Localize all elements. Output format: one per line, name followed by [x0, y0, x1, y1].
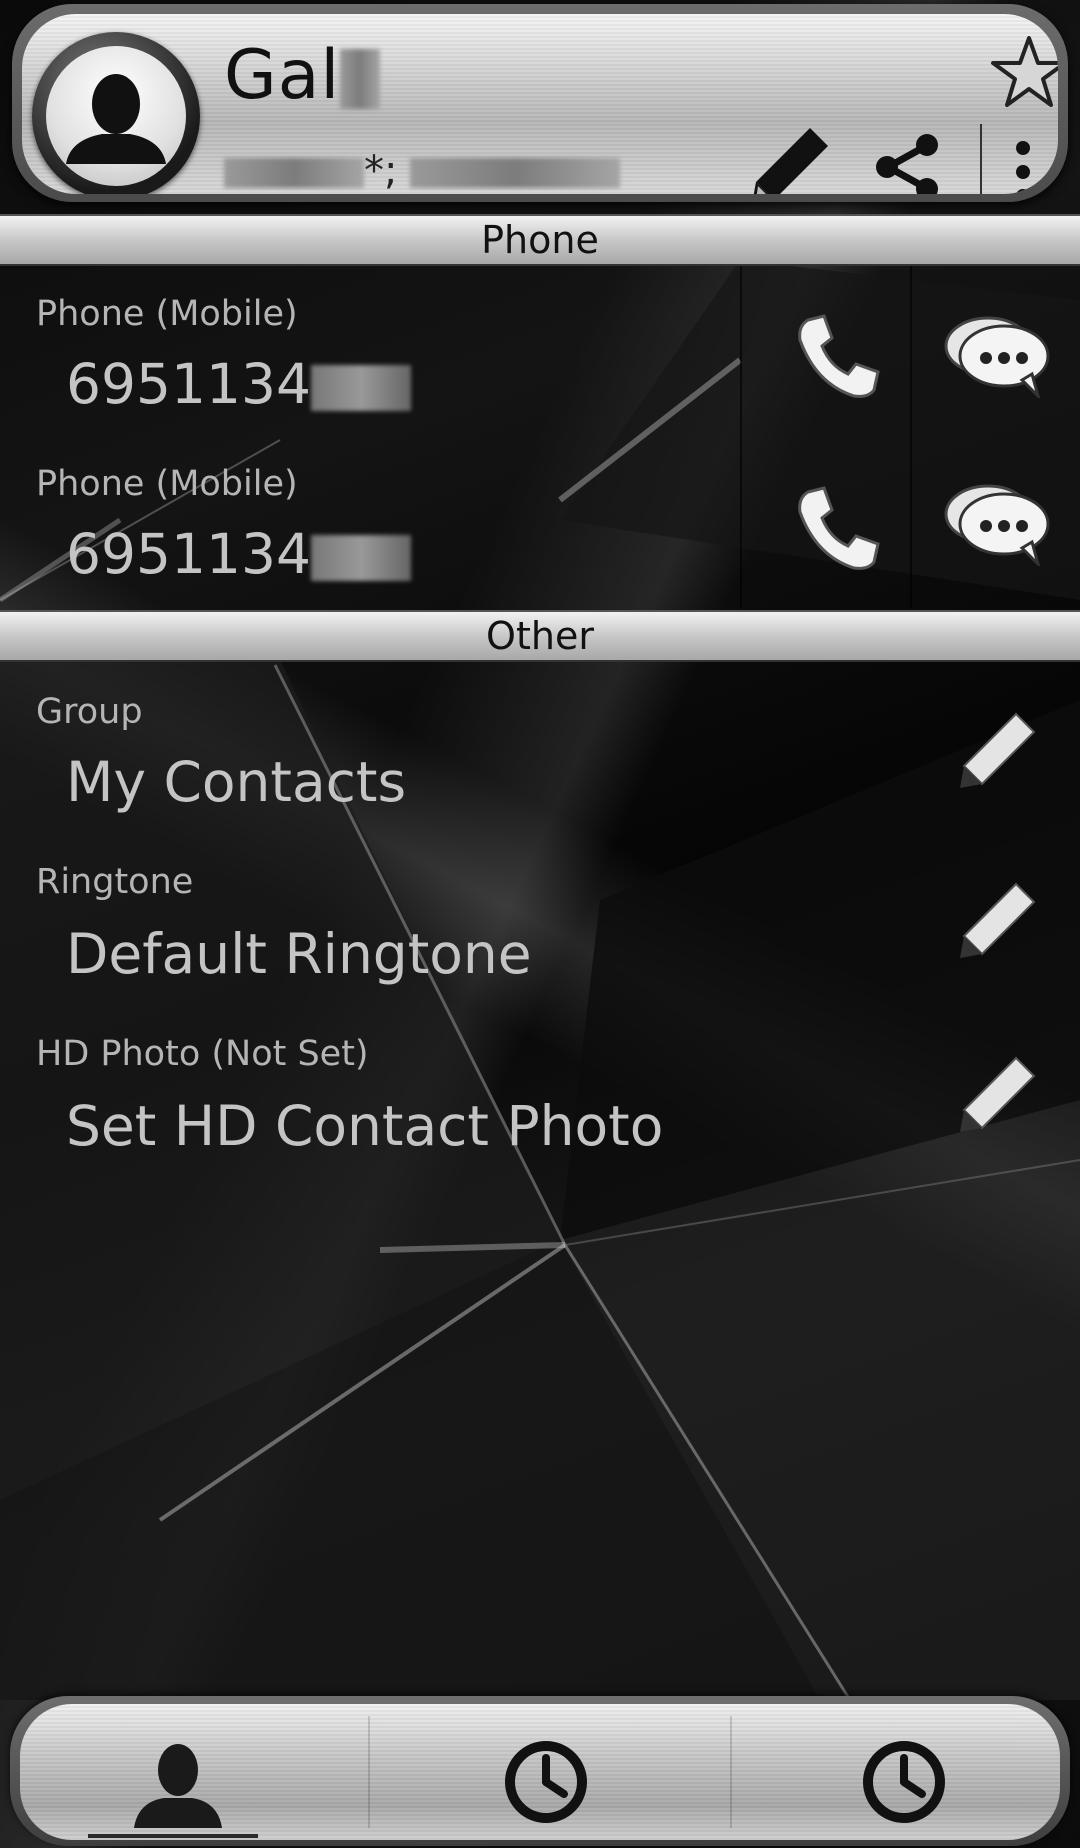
selected-tab-indicator: [88, 1834, 258, 1838]
contacts-tab[interactable]: [20, 1704, 360, 1840]
ringtone-label: Ringtone: [36, 862, 194, 902]
redacted-subtitle-part-1: [224, 158, 364, 188]
contact-subtitle: *;: [224, 148, 621, 194]
contact-header: Gal *;: [12, 4, 1068, 202]
bottom-navigation: [10, 1696, 1070, 1846]
message-icon-2[interactable]: [942, 480, 1052, 570]
phone-number-1: 6951134: [66, 352, 411, 416]
clock-icon-2: [860, 1738, 948, 1830]
share-icon[interactable]: [874, 134, 940, 194]
edit-ringtone-pencil-icon[interactable]: [958, 880, 1038, 964]
edit-group-pencil-icon[interactable]: [958, 710, 1038, 794]
section-header-other: Other: [0, 610, 1080, 662]
contact-name: Gal: [224, 36, 381, 115]
section-title-phone: Phone: [481, 218, 599, 262]
contact-name-text: Gal: [224, 36, 341, 115]
header-panel: Gal *;: [22, 14, 1058, 194]
edit-pencil-icon[interactable]: [750, 126, 830, 194]
phone-label-1: Phone (Mobile): [36, 294, 298, 334]
call-log-tab[interactable]: [734, 1704, 1060, 1840]
avatar-silhouette-icon: [46, 46, 186, 186]
phone-number-1-text: 6951134: [66, 352, 311, 416]
phone-number-2: 6951134: [66, 522, 411, 586]
section-title-other: Other: [486, 614, 594, 658]
clock-icon: [502, 1738, 590, 1830]
overflow-menu-icon[interactable]: [1012, 140, 1034, 194]
phone-actions-divider: [740, 266, 742, 608]
redacted-phone-digits-2: [310, 534, 411, 581]
avatar[interactable]: [32, 32, 200, 194]
message-icon-1[interactable]: [942, 312, 1052, 402]
recent-calls-tab[interactable]: [372, 1704, 728, 1840]
person-icon: [132, 1740, 224, 1836]
contact-subtitle-separator: *;: [364, 148, 398, 194]
header-separator: [980, 124, 982, 194]
phone-number-2-text: 6951134: [66, 522, 311, 586]
group-value: My Contacts: [66, 750, 407, 814]
redacted-subtitle-part-2: [410, 158, 621, 188]
contact-detail-screen: Gal *; Phone Phone (Mobile) 6951134 Phon…: [0, 0, 1080, 1848]
hd-photo-label: HD Photo (Not Set): [36, 1034, 369, 1074]
phone-actions-divider-2: [910, 266, 912, 608]
ringtone-value: Default Ringtone: [66, 922, 532, 986]
call-icon-2[interactable]: [794, 484, 882, 576]
redacted-name-part: [340, 49, 381, 110]
nav-separator-1: [368, 1716, 370, 1828]
hd-photo-value: Set HD Contact Photo: [66, 1094, 664, 1158]
edit-hd-photo-pencil-icon[interactable]: [958, 1054, 1038, 1138]
bottom-navigation-panel: [20, 1704, 1060, 1840]
phone-label-2: Phone (Mobile): [36, 464, 298, 504]
nav-separator-2: [730, 1716, 732, 1828]
star-icon[interactable]: [990, 34, 1058, 114]
section-header-phone: Phone: [0, 214, 1080, 266]
group-label: Group: [36, 692, 143, 732]
call-icon-1[interactable]: [794, 312, 882, 404]
redacted-phone-digits-1: [310, 364, 411, 411]
